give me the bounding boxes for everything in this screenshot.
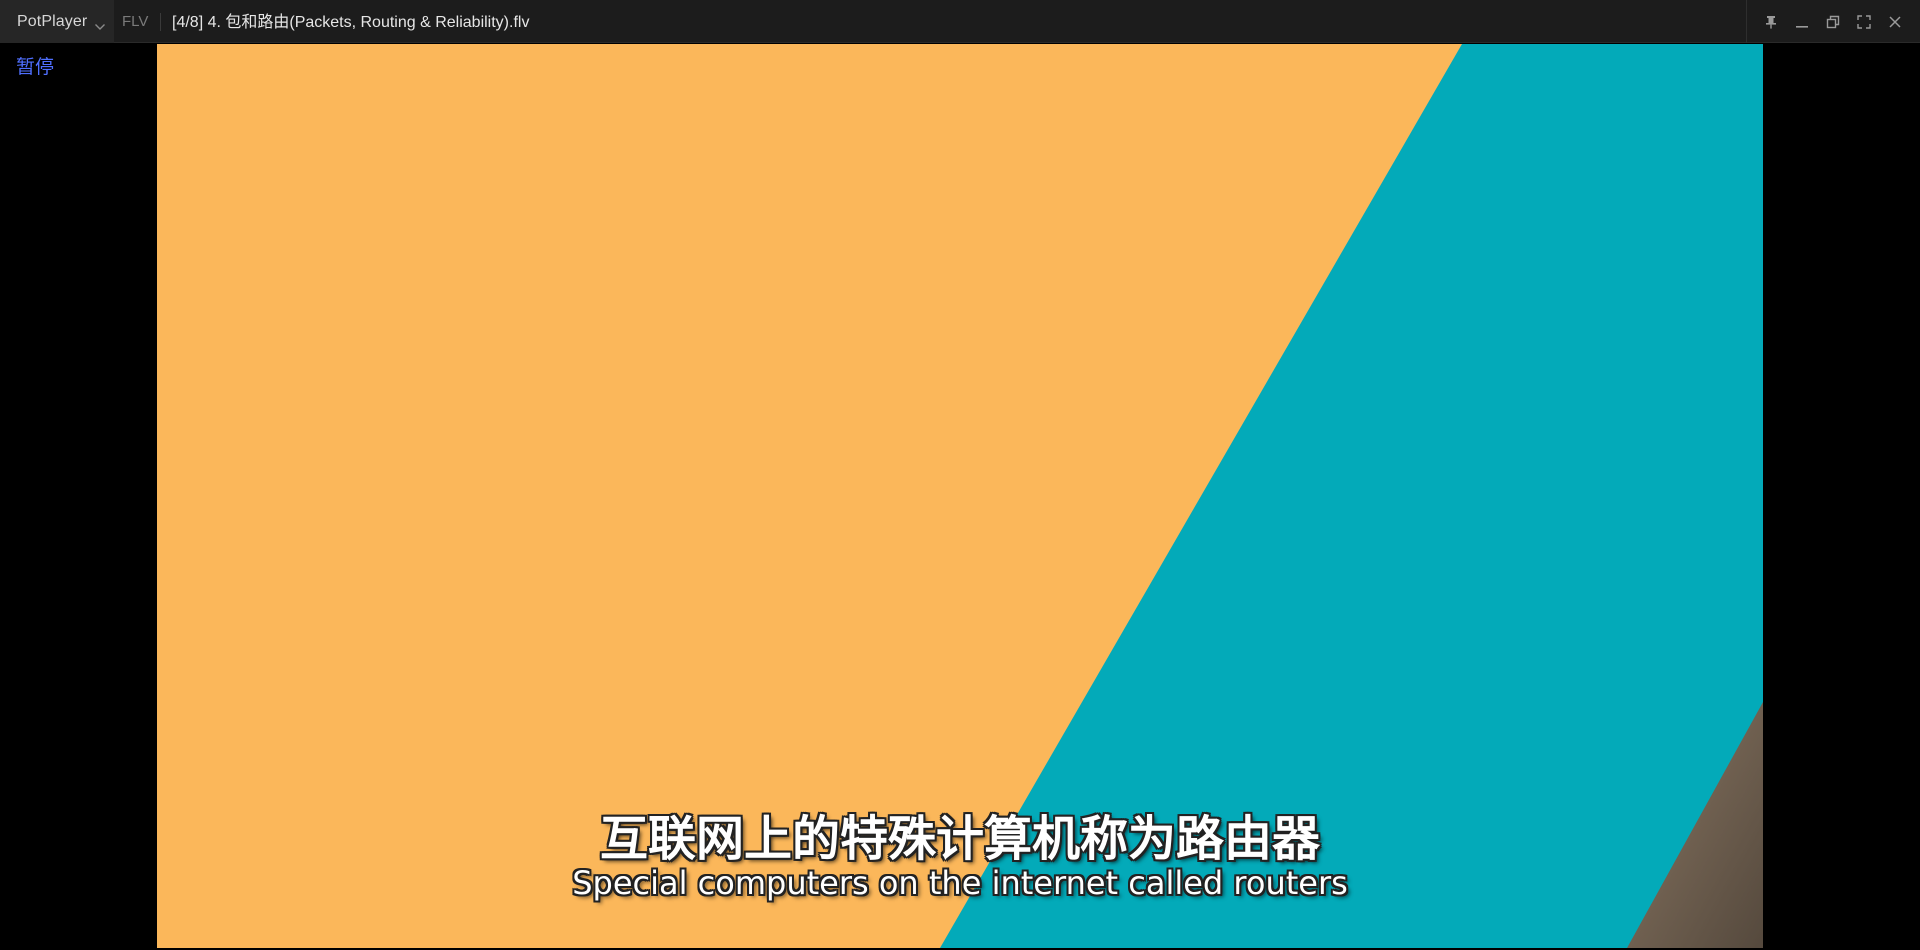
subtitle-chinese: 互联网上的特殊计算机称为路由器 bbox=[599, 811, 1320, 867]
close-icon bbox=[1888, 15, 1902, 29]
controls-separator bbox=[1746, 0, 1747, 43]
app-name: PotPlayer bbox=[17, 12, 88, 30]
restore-icon bbox=[1826, 15, 1840, 29]
pin-button[interactable] bbox=[1755, 0, 1786, 43]
fullscreen-icon bbox=[1856, 14, 1871, 29]
app-menu-button[interactable]: PotPlayer bbox=[0, 0, 114, 43]
file-title: [4/8] 4. 包和路由(Packets, Routing & Reliabi… bbox=[172, 14, 530, 31]
restore-button[interactable] bbox=[1817, 0, 1848, 43]
window-controls bbox=[1746, 0, 1920, 43]
title-separator bbox=[160, 13, 161, 31]
chevron-down-icon bbox=[94, 18, 106, 30]
minimize-button[interactable] bbox=[1786, 0, 1817, 43]
close-button[interactable] bbox=[1879, 0, 1910, 43]
subtitle-english: Special computers on the internet called… bbox=[572, 864, 1348, 902]
minimize-icon bbox=[1795, 15, 1809, 29]
format-label: FLV bbox=[122, 13, 149, 30]
pin-icon bbox=[1764, 15, 1778, 29]
playback-status-osd: 暂停 bbox=[16, 56, 55, 78]
potplayer-window: PotPlayer FLV [4/8] 4. 包和路由(Packets, Rou… bbox=[0, 0, 1920, 950]
fullscreen-button[interactable] bbox=[1848, 0, 1879, 43]
title-bar[interactable]: PotPlayer FLV [4/8] 4. 包和路由(Packets, Rou… bbox=[0, 0, 1920, 43]
